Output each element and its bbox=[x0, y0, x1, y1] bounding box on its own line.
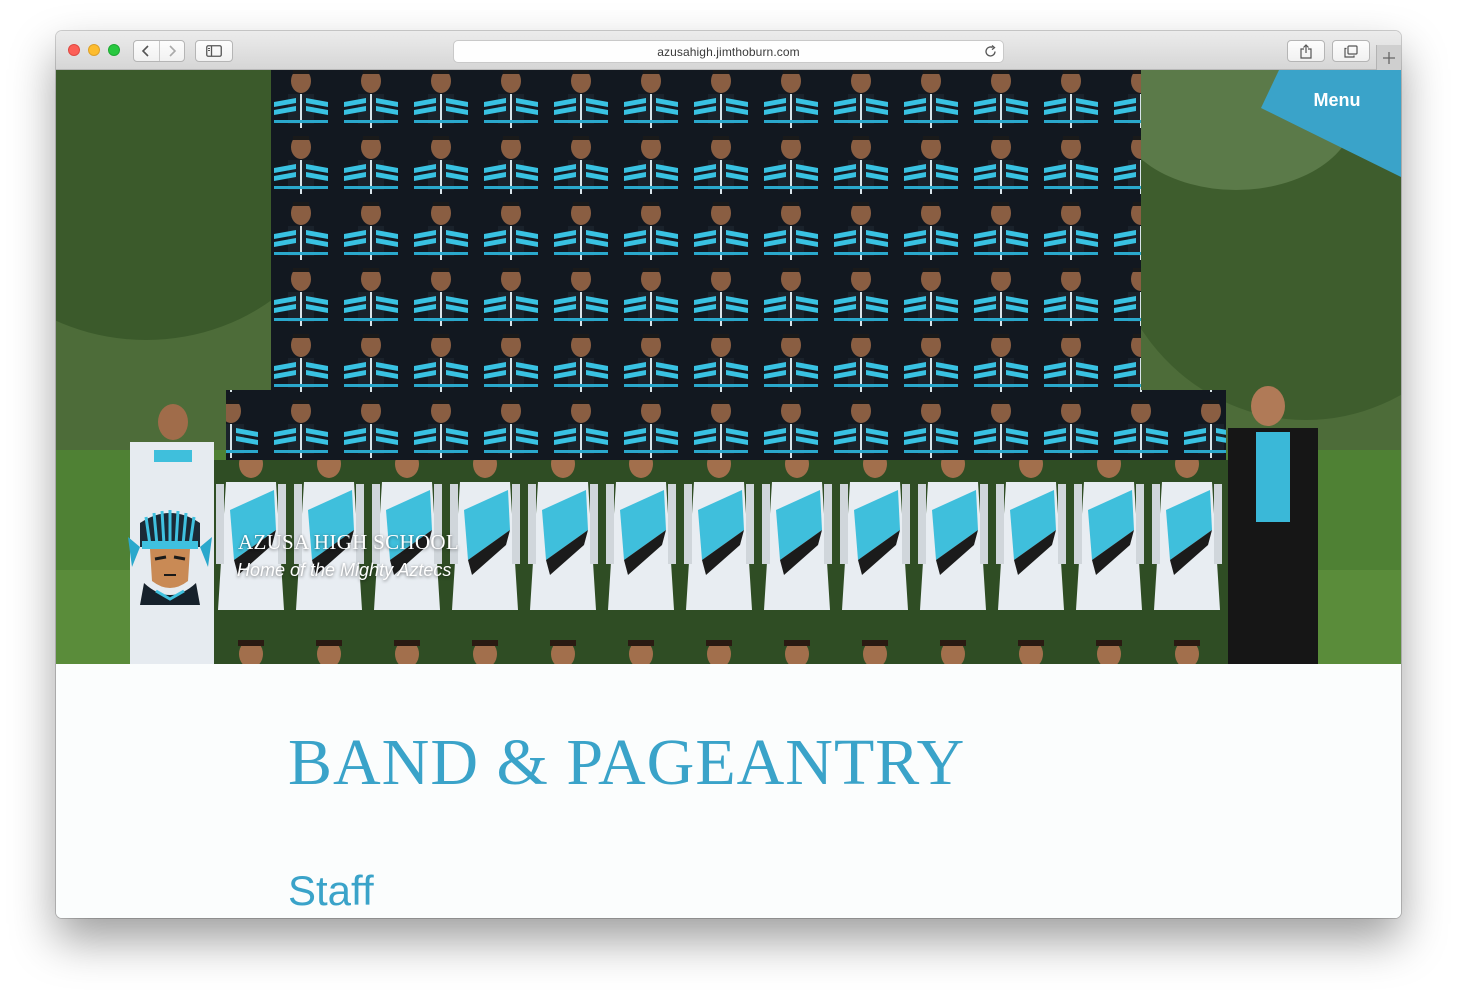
page-title: BAND & PAGEANTRY bbox=[288, 726, 966, 799]
url-text: azusahigh.jimthoburn.com bbox=[657, 44, 800, 59]
menu-tab-background bbox=[1261, 70, 1401, 177]
staff-heading: Staff bbox=[288, 867, 374, 914]
back-button[interactable] bbox=[134, 41, 159, 61]
new-tab-icon bbox=[1383, 51, 1395, 64]
show-tabs-button[interactable] bbox=[1332, 40, 1370, 62]
back-icon bbox=[142, 45, 149, 57]
school-name-link[interactable]: AZUSA HIGH SCHOOL bbox=[238, 530, 459, 555]
share-button[interactable] bbox=[1287, 40, 1325, 62]
reload-icon bbox=[985, 45, 996, 57]
hero-banner: Menu AZUSA HIGH SCHOOL Home of the Might… bbox=[56, 70, 1401, 664]
share-icon bbox=[1300, 43, 1312, 59]
sidebar-icon bbox=[206, 45, 222, 57]
forward-button[interactable] bbox=[158, 41, 185, 61]
address-bar[interactable]: azusahigh.jimthoburn.com bbox=[453, 40, 1004, 63]
close-window-button[interactable] bbox=[68, 44, 80, 56]
aztec-mascot-logo[interactable] bbox=[120, 507, 220, 607]
reload-button[interactable] bbox=[983, 44, 998, 59]
web-page: Menu AZUSA HIGH SCHOOL Home of the Might… bbox=[56, 70, 1401, 918]
browser-window: azusahigh.jimthoburn.com Menu AZUSA HIGH… bbox=[56, 31, 1401, 918]
sidebar-button[interactable] bbox=[195, 40, 233, 62]
browser-toolbar: azusahigh.jimthoburn.com bbox=[56, 31, 1401, 70]
school-tagline: Home of the Mighty Aztecs bbox=[237, 560, 452, 580]
history-navigation bbox=[133, 40, 185, 62]
menu-button[interactable]: Menu bbox=[1296, 90, 1378, 111]
forward-icon bbox=[169, 45, 176, 57]
new-tab-button[interactable] bbox=[1376, 45, 1401, 70]
zoom-window-button[interactable] bbox=[108, 44, 120, 56]
tabs-icon bbox=[1344, 44, 1358, 58]
minimize-window-button[interactable] bbox=[88, 44, 100, 56]
